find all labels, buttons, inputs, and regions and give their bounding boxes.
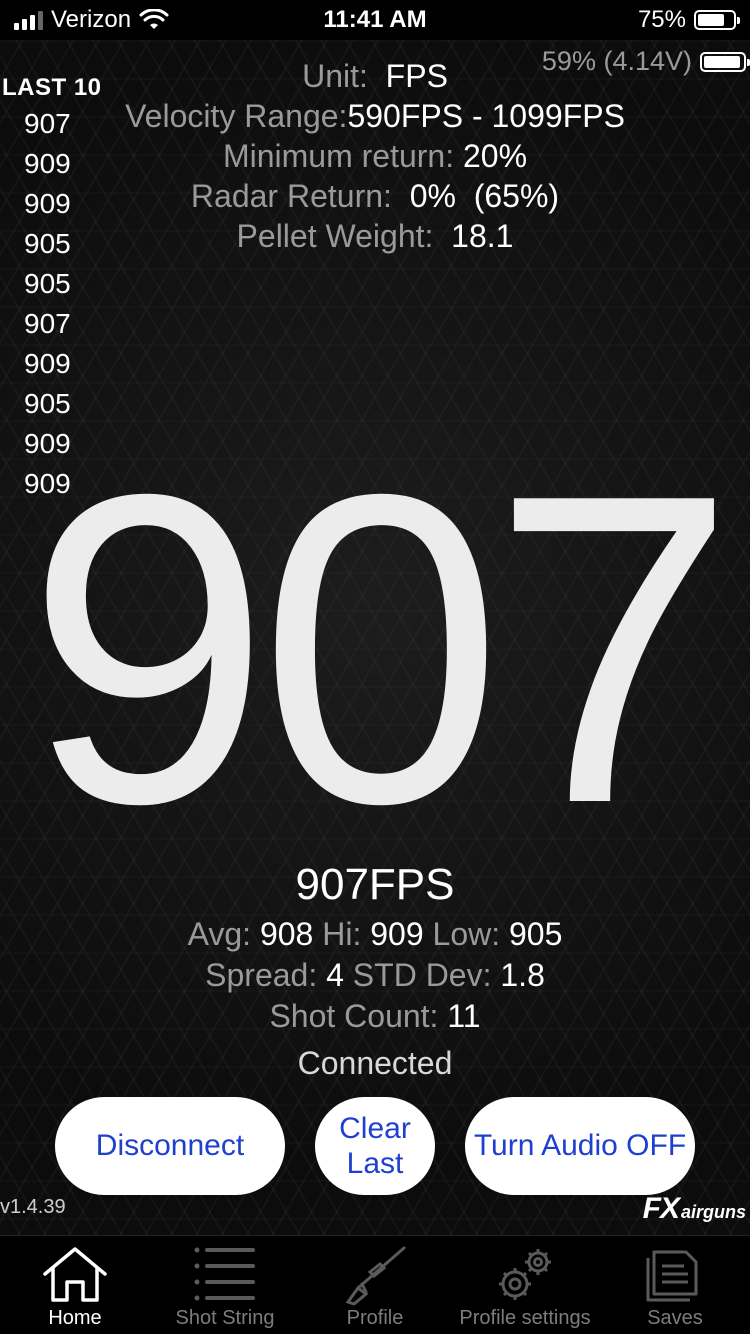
tab-home[interactable]: Home bbox=[0, 1236, 150, 1334]
spread-value: 4 bbox=[326, 957, 344, 993]
connection-status: Connected bbox=[297, 1045, 453, 1081]
shot-count-row: Shot Count: 11 bbox=[0, 996, 750, 1037]
status-bar: Verizon 11:41 AM 75% bbox=[0, 0, 750, 40]
min-return-row: Minimum return: 20% bbox=[0, 136, 750, 176]
tab-label: Saves bbox=[647, 1307, 703, 1329]
battery-icon bbox=[694, 10, 740, 30]
min-return-label: Minimum return: bbox=[222, 138, 455, 174]
shot-count-value: 11 bbox=[447, 998, 481, 1034]
list-item: 907 bbox=[24, 108, 71, 139]
logo-airguns: airguns bbox=[680, 1202, 746, 1222]
pellet-weight-label: Pellet Weight: bbox=[236, 218, 434, 254]
shot-count-label: Shot Count: bbox=[269, 998, 439, 1034]
clear-last-button[interactable]: Clear Last bbox=[315, 1097, 435, 1195]
hi-value: 909 bbox=[370, 916, 424, 952]
std-dev-label: STD Dev: bbox=[352, 957, 492, 993]
current-velocity-big: 907 bbox=[25, 404, 736, 895]
velocity-range-value: 590FPS - 1099FPS bbox=[347, 98, 625, 134]
last-ten-title: LAST 10 bbox=[2, 74, 102, 101]
app-version: v1.4.39 bbox=[0, 1196, 66, 1218]
list-item: 909 bbox=[24, 348, 71, 379]
std-dev-value: 1.8 bbox=[500, 957, 545, 993]
status-right: 75% bbox=[637, 6, 740, 34]
radar-return-extra: (65%) bbox=[473, 178, 560, 214]
tab-label: Home bbox=[48, 1307, 102, 1329]
current-velocity-fps: 907FPS bbox=[295, 860, 455, 909]
folder-icon bbox=[646, 1250, 698, 1302]
list-item: 905 bbox=[24, 228, 71, 259]
spread-label: Spread: bbox=[205, 957, 318, 993]
tab-label: Shot String bbox=[175, 1307, 275, 1329]
velocity-range-label: Velocity Range: bbox=[125, 98, 348, 134]
turn-audio-off-button[interactable]: Turn Audio OFF bbox=[465, 1097, 695, 1195]
rifle-icon bbox=[345, 1246, 406, 1306]
list-item: 909 bbox=[24, 188, 71, 219]
settings-info: Unit: FPS Velocity Range:590FPS - 1099FP… bbox=[0, 56, 750, 256]
radar-return-value: 0% bbox=[409, 178, 456, 214]
radar-return-label: Radar Return: bbox=[190, 178, 392, 214]
radar-return-row: Radar Return: 0% (65%) bbox=[0, 176, 750, 216]
low-label: Low: bbox=[432, 916, 501, 952]
tab-label: Profile bbox=[346, 1307, 404, 1329]
pellet-weight-row: Pellet Weight: 18.1 bbox=[0, 216, 750, 256]
avg-hi-low-row: Avg: 908 Hi: 909 Low: 905 bbox=[0, 914, 750, 955]
low-value: 905 bbox=[509, 916, 563, 952]
velocity-range-row: Velocity Range:590FPS - 1099FPS bbox=[0, 96, 750, 136]
avg-value: 908 bbox=[259, 916, 314, 952]
tab-bar: Home Shot String Profile Profile setting… bbox=[0, 1235, 750, 1334]
tab-shot-string[interactable]: Shot String bbox=[150, 1236, 300, 1334]
min-return-value: 20% bbox=[463, 138, 528, 174]
list-icon bbox=[194, 1247, 255, 1301]
list-item: 905 bbox=[24, 268, 71, 299]
avg-label: Avg: bbox=[187, 916, 252, 952]
unit-value: FPS bbox=[385, 58, 448, 94]
gears-icon bbox=[499, 1249, 551, 1300]
list-item: 909 bbox=[24, 148, 71, 179]
tab-profile[interactable]: Profile bbox=[300, 1236, 450, 1334]
battery-percent: 75% bbox=[637, 6, 686, 33]
tab-label: Profile settings bbox=[459, 1307, 591, 1329]
spread-std-row: Spread: 4 STD Dev: 1.8 bbox=[0, 955, 750, 996]
list-item: 907 bbox=[24, 308, 71, 339]
unit-row: Unit: FPS bbox=[0, 56, 750, 96]
tab-saves[interactable]: Saves bbox=[600, 1236, 750, 1334]
pellet-weight-value: 18.1 bbox=[451, 218, 514, 254]
logo-fx: FX bbox=[642, 1192, 680, 1225]
tab-profile-settings[interactable]: Profile settings bbox=[450, 1236, 600, 1334]
unit-label: Unit: bbox=[302, 58, 368, 94]
disconnect-button[interactable]: Disconnect bbox=[55, 1097, 285, 1195]
fx-airguns-logo: FX airguns bbox=[643, 1192, 746, 1226]
home-icon bbox=[43, 1247, 107, 1302]
hi-label: Hi: bbox=[322, 916, 362, 952]
shot-statistics: Avg: 908 Hi: 909 Low: 905 Spread: 4 STD … bbox=[0, 914, 750, 1037]
